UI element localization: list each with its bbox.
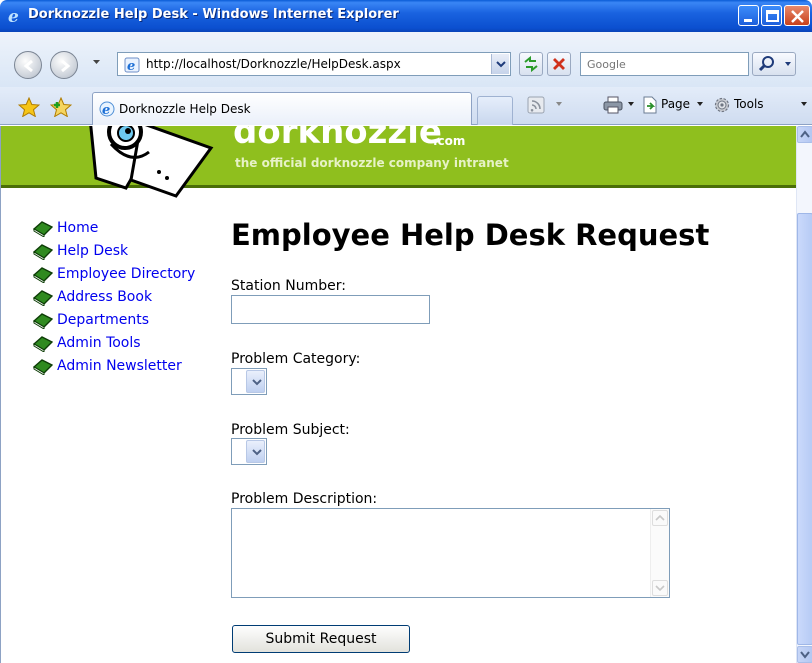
svg-text:e: e	[8, 7, 19, 25]
scroll-up-button[interactable]	[797, 126, 812, 143]
textarea-scroll-up-button[interactable]	[652, 510, 668, 526]
page-scrollbar[interactable]	[796, 126, 812, 663]
problem-category-dropdown-button[interactable]	[246, 370, 265, 393]
chevron-up-icon	[800, 130, 810, 138]
book-icon	[33, 244, 53, 260]
tab-bar: e Dorknozzle Help Desk Page Tools	[0, 87, 812, 125]
problem-subject-select[interactable]	[231, 438, 267, 465]
sidebar-link-help-desk[interactable]: Help Desk	[57, 243, 128, 259]
minimize-icon	[744, 19, 752, 22]
title-bar: e Dorknozzle Help Desk - Windows Interne…	[0, 0, 812, 32]
page-icon	[643, 96, 657, 114]
print-icon[interactable]	[603, 96, 623, 114]
maximize-icon	[766, 10, 779, 22]
svg-text:e: e	[127, 59, 135, 73]
textarea-scrollbar[interactable]	[650, 509, 669, 597]
book-icon	[33, 290, 53, 306]
refresh-button[interactable]	[519, 52, 543, 76]
book-icon	[33, 313, 53, 329]
problem-description-textarea[interactable]	[231, 508, 670, 598]
add-favorites-icon[interactable]	[50, 97, 72, 117]
problem-subject-label: Problem Subject:	[231, 422, 350, 438]
back-arrow-icon	[23, 59, 33, 73]
maximize-button[interactable]	[761, 5, 782, 26]
chevron-up-icon	[655, 514, 665, 521]
new-tab-button[interactable]	[477, 96, 513, 125]
window-title: Dorknozzle Help Desk - Windows Internet …	[28, 7, 399, 22]
recent-pages-dropdown-icon[interactable]	[92, 57, 101, 66]
rss-feed-icon[interactable]	[527, 96, 545, 114]
close-icon	[791, 10, 804, 23]
chevron-down-icon	[655, 585, 665, 592]
scroll-down-button[interactable]	[797, 646, 812, 663]
gear-icon	[714, 97, 730, 113]
stop-button[interactable]	[547, 52, 571, 76]
page-title: Employee Help Desk Request	[231, 218, 710, 252]
brand-tagline: the official dorknozzle company intranet	[235, 156, 509, 170]
tools-menu-button[interactable]: Tools	[734, 97, 764, 111]
book-icon	[33, 359, 53, 375]
address-bar[interactable]: e http://localhost/Dorknozzle/HelpDesk.a…	[117, 52, 511, 76]
ie-logo-icon: e	[8, 7, 19, 25]
minimize-button[interactable]	[738, 5, 759, 26]
tab-dorknozzle-help-desk[interactable]: e Dorknozzle Help Desk	[92, 92, 472, 125]
refresh-icon	[524, 55, 538, 73]
station-number-label: Station Number:	[231, 278, 346, 294]
chevron-down-icon	[252, 449, 262, 456]
scroll-thumb[interactable]	[797, 213, 812, 645]
textarea-scroll-down-button[interactable]	[652, 580, 668, 596]
problem-category-select[interactable]	[231, 368, 267, 395]
sidebar-link-admin-tools[interactable]: Admin Tools	[57, 335, 141, 351]
book-icon	[33, 221, 53, 237]
brand-suffix: .com	[433, 134, 466, 148]
page-content: dorknozzle .com the official dorknozzle …	[0, 126, 796, 663]
sidebar-link-admin-newsletter[interactable]: Admin Newsletter	[57, 358, 182, 374]
address-url: http://localhost/Dorknozzle/HelpDesk.asp…	[146, 57, 401, 71]
search-box[interactable]	[580, 52, 749, 76]
svg-text:e: e	[102, 103, 110, 117]
search-icon	[758, 56, 791, 72]
search-input[interactable]	[587, 54, 747, 74]
chevron-down-icon	[496, 61, 506, 68]
page-menu-button[interactable]: Page	[661, 97, 690, 111]
page-menu-label: Page	[661, 97, 691, 111]
back-button[interactable]	[14, 51, 42, 79]
address-dropdown-button[interactable]	[491, 54, 509, 74]
ie-tab-icon: e	[99, 101, 115, 117]
submit-request-button[interactable]: Submit Request	[232, 625, 410, 653]
chevron-down-icon	[800, 651, 810, 659]
stop-icon	[553, 58, 565, 70]
tools-menu-label: Tools	[734, 97, 764, 111]
chevron-down-icon	[252, 379, 262, 386]
favorites-star-icon[interactable]	[18, 97, 40, 117]
sidebar-link-address-book[interactable]: Address Book	[57, 289, 152, 305]
search-button[interactable]	[752, 52, 796, 76]
forward-arrow-icon	[61, 59, 71, 73]
brand-name: dorknozzle	[233, 126, 442, 152]
book-icon	[33, 336, 53, 352]
problem-category-label: Problem Category:	[231, 351, 361, 367]
problem-subject-dropdown-button[interactable]	[246, 440, 265, 463]
station-number-input[interactable]	[231, 295, 430, 324]
forward-button[interactable]	[50, 51, 78, 79]
problem-description-label: Problem Description:	[231, 491, 378, 507]
sidebar-link-departments[interactable]: Departments	[57, 312, 149, 328]
tab-label: Dorknozzle Help Desk	[119, 102, 251, 116]
tools-dropdown-icon[interactable]	[800, 100, 808, 108]
mascot-logo	[89, 126, 214, 198]
print-dropdown-icon[interactable]	[627, 100, 635, 108]
page-dropdown-icon[interactable]	[696, 100, 704, 108]
sidebar-link-home[interactable]: Home	[57, 220, 98, 236]
site-banner: dorknozzle .com the official dorknozzle …	[1, 126, 796, 198]
sidebar-link-employee-directory[interactable]: Employee Directory	[57, 266, 195, 282]
page-ie-icon: e	[124, 57, 140, 73]
close-window-button[interactable]	[784, 5, 810, 26]
navigation-bar: e http://localhost/Dorknozzle/HelpDesk.a…	[0, 32, 812, 87]
book-icon	[33, 267, 53, 283]
rss-dropdown-icon[interactable]	[555, 100, 563, 108]
